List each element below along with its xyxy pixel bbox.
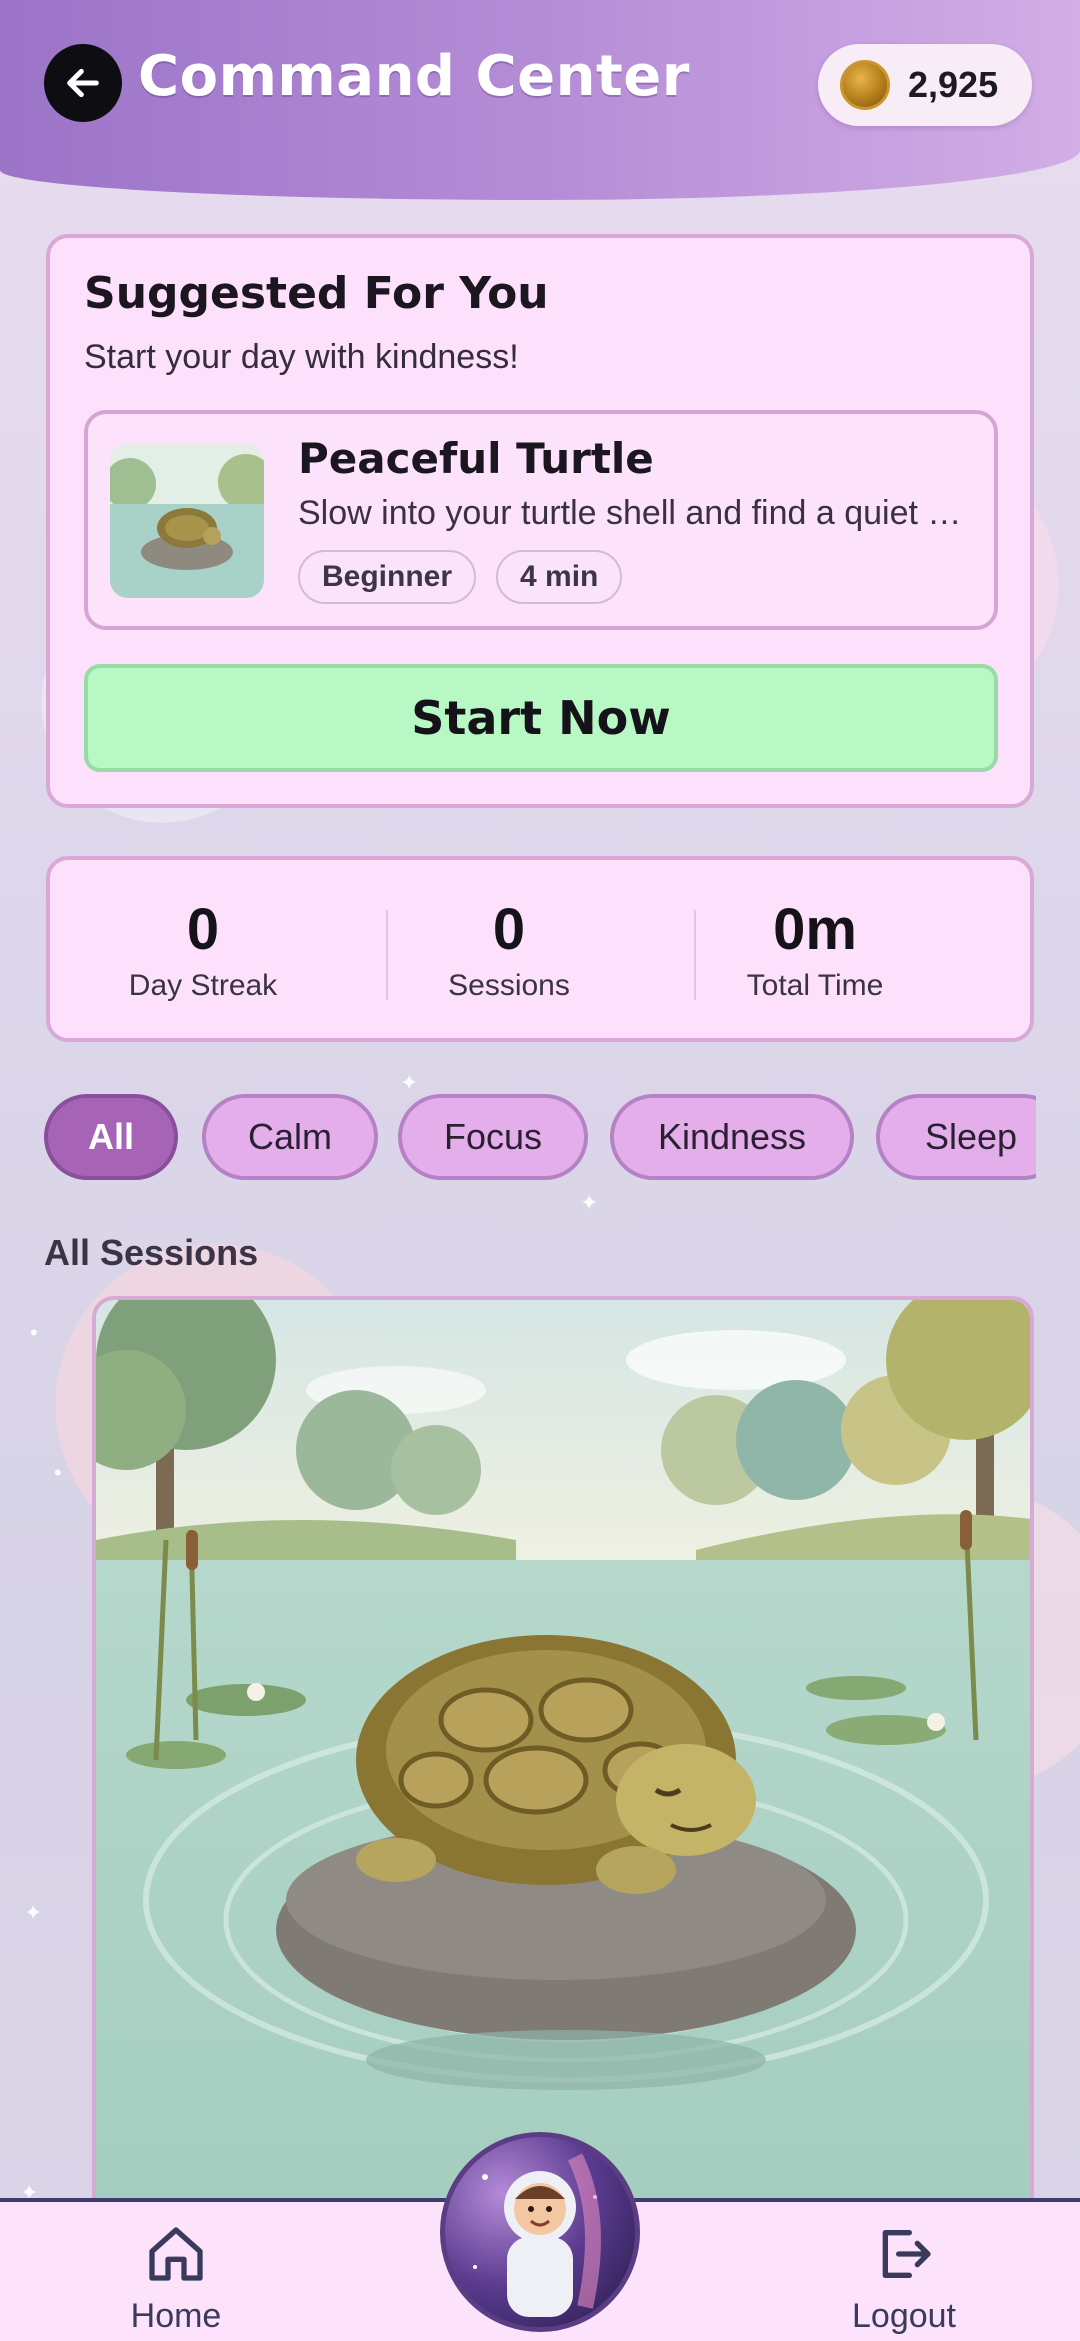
suggested-session[interactable]: Peaceful Turtle Slow into your turtle sh…	[84, 410, 998, 630]
page-title: Command Center	[138, 44, 690, 109]
suggested-card: Suggested For You Start your day with ki…	[46, 234, 1034, 808]
stat-value: 0	[186, 897, 220, 962]
stat-value: 0m	[773, 897, 857, 962]
session-description: Slow into your turtle shell and find a q…	[298, 494, 978, 532]
session-card-peaceful-turtle[interactable]	[92, 1296, 1034, 2226]
stat-sessions: 0 Sessions	[356, 860, 662, 1046]
stats-card: 0 Day Streak 0 Sessions 0m Total Time	[46, 856, 1034, 1042]
stat-label: Total Time	[746, 969, 884, 1002]
stat-day-streak: 0 Day Streak	[50, 860, 356, 1046]
logout-icon	[882, 2230, 931, 2278]
back-button[interactable]	[44, 44, 122, 122]
arrow-left-icon	[67, 68, 99, 98]
filter-calm[interactable]: Calm	[202, 1094, 378, 1180]
category-filters: All Calm Focus Kindness Sleep	[44, 1094, 1036, 1184]
filter-focus[interactable]: Focus	[398, 1094, 588, 1180]
coin-count: 2,925	[908, 64, 999, 105]
astronaut-avatar-icon	[473, 2153, 601, 2317]
start-now-button[interactable]: Start Now	[84, 664, 998, 772]
turtle-illustration	[96, 1300, 1030, 2222]
nav-home-label: Home	[130, 2297, 222, 2335]
suggested-title: Suggested For You	[84, 268, 549, 319]
stat-total-time: 0m Total Time	[662, 860, 968, 1046]
suggested-subtitle: Start your day with kindness!	[84, 338, 519, 376]
coin-icon	[840, 60, 890, 110]
stat-label: Day Streak	[128, 969, 278, 1002]
session-name: Peaceful Turtle	[298, 434, 654, 483]
nav-home[interactable]: Home	[66, 2222, 286, 2336]
nav-logout[interactable]: Logout	[794, 2222, 1014, 2336]
home-icon	[149, 2227, 203, 2281]
level-tag: Beginner	[298, 550, 477, 604]
filter-all[interactable]: All	[44, 1094, 178, 1180]
nav-logout-label: Logout	[852, 2297, 956, 2335]
filter-sleep[interactable]: Sleep	[876, 1094, 1036, 1180]
duration-tag: 4 min	[496, 550, 623, 604]
filter-kindness[interactable]: Kindness	[610, 1094, 854, 1180]
section-title: All Sessions	[44, 1232, 259, 1273]
avatar[interactable]	[440, 2132, 640, 2332]
session-thumbnail	[110, 444, 264, 598]
coin-balance[interactable]: 2,925	[818, 44, 1032, 126]
app-header: Command Center 2,925	[0, 0, 1080, 200]
stat-value: 0	[492, 897, 526, 962]
stat-label: Sessions	[448, 969, 570, 1002]
